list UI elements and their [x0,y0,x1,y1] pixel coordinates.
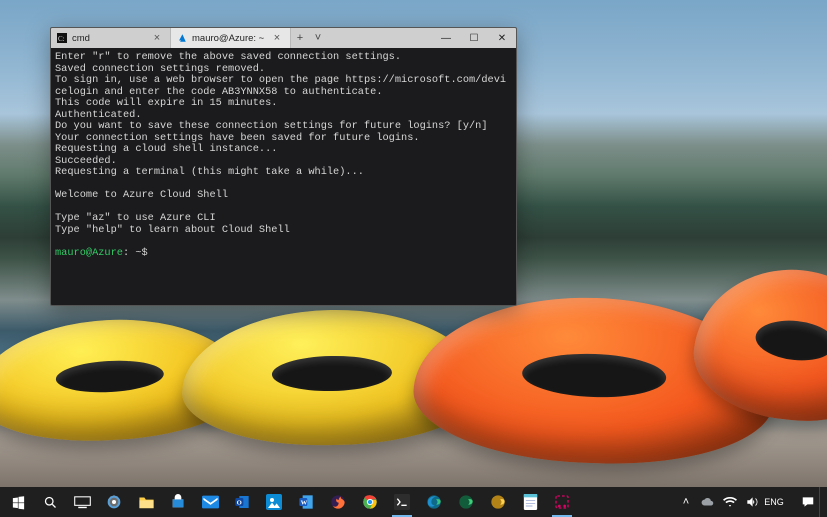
edge-canary-app[interactable] [482,487,514,517]
close-tab-button[interactable]: × [150,32,164,44]
chrome-app[interactable] [354,487,386,517]
edge-icon [426,494,442,510]
svg-text:C:: C: [58,35,65,43]
windows-terminal-window: C: cmd × mauro@Azure: ~ × + ˅ — ☐ ✕ Enter "r… [50,27,517,306]
search-icon [43,495,58,510]
volume-tray-icon[interactable] [741,487,763,517]
word-icon: W [298,494,314,510]
azure-icon [177,33,187,43]
close-tab-button[interactable]: × [270,32,284,44]
action-center-button[interactable] [797,487,819,517]
word-app[interactable]: W [290,487,322,517]
windows-logo [11,495,26,510]
store-icon [170,494,186,510]
firefox-icon [330,494,346,510]
language-indicator[interactable]: ENG [763,487,785,517]
mail-icon [202,495,219,509]
network-tray-icon[interactable] [719,487,741,517]
prompt-symbol: $ [142,247,154,259]
taskview-icon [74,496,91,509]
snip-icon [554,494,570,510]
firefox-app[interactable] [322,487,354,517]
onedrive-tray-icon[interactable] [697,487,719,517]
tab-title: cmd [72,33,145,44]
edgecan-icon [490,494,506,510]
close-window-button[interactable]: ✕ [488,28,516,48]
svg-text:W: W [301,500,308,507]
tab-controls: + ˅ [291,28,327,48]
photos-app[interactable] [258,487,290,517]
terminal-tab[interactable]: C: cmd × [51,28,171,48]
photos-icon [266,494,282,510]
search-button[interactable] [34,487,66,517]
window-titlebar[interactable]: C: cmd × mauro@Azure: ~ × + ˅ — ☐ ✕ [51,28,516,48]
minimize-button[interactable]: — [432,28,460,48]
taskbar-pinned-area: OW [2,487,578,517]
maximize-button[interactable]: ☐ [460,28,488,48]
notepad-app[interactable] [514,487,546,517]
folder-icon [138,495,155,510]
settings-app[interactable] [98,487,130,517]
edgedev-icon [458,494,474,510]
task-view-button[interactable] [66,487,98,517]
snip-app[interactable] [546,487,578,517]
edge-dev-app[interactable] [450,487,482,517]
outlook-app[interactable]: O [226,487,258,517]
outlook-icon: O [234,494,250,510]
chrome-icon [362,494,378,510]
edge-app[interactable] [418,487,450,517]
notepad-icon [523,494,538,510]
tab-strip: C: cmd × mauro@Azure: ~ × [51,28,291,48]
window-buttons: — ☐ ✕ [432,28,516,48]
cmd-icon: C: [57,33,67,43]
gear-icon [106,494,122,510]
new-tab-button[interactable]: + [291,32,309,44]
titlebar-drag-region[interactable] [327,28,432,48]
terminal-pane[interactable]: Enter "r" to remove the above saved conn… [51,48,516,305]
taskbar: OW ˄ ENG [0,487,827,517]
windows-terminal-app[interactable] [386,487,418,517]
mail-app[interactable] [194,487,226,517]
prompt-user: mauro@Azure [55,247,123,259]
tab-dropdown-button[interactable]: ˅ [309,32,327,44]
show-desktop-button[interactable] [819,487,825,517]
terminal-tab[interactable]: mauro@Azure: ~ × [171,28,291,48]
file-explorer-app[interactable] [130,487,162,517]
svg-text:O: O [237,500,242,507]
start-button[interactable] [2,487,34,517]
tray-overflow-button[interactable]: ˄ [675,487,697,517]
terminal-icon [394,494,410,510]
tab-title: mauro@Azure: ~ [192,33,265,44]
prompt-separator: : [123,247,135,259]
system-tray: ˄ ENG [675,487,825,517]
microsoft-store-app[interactable] [162,487,194,517]
